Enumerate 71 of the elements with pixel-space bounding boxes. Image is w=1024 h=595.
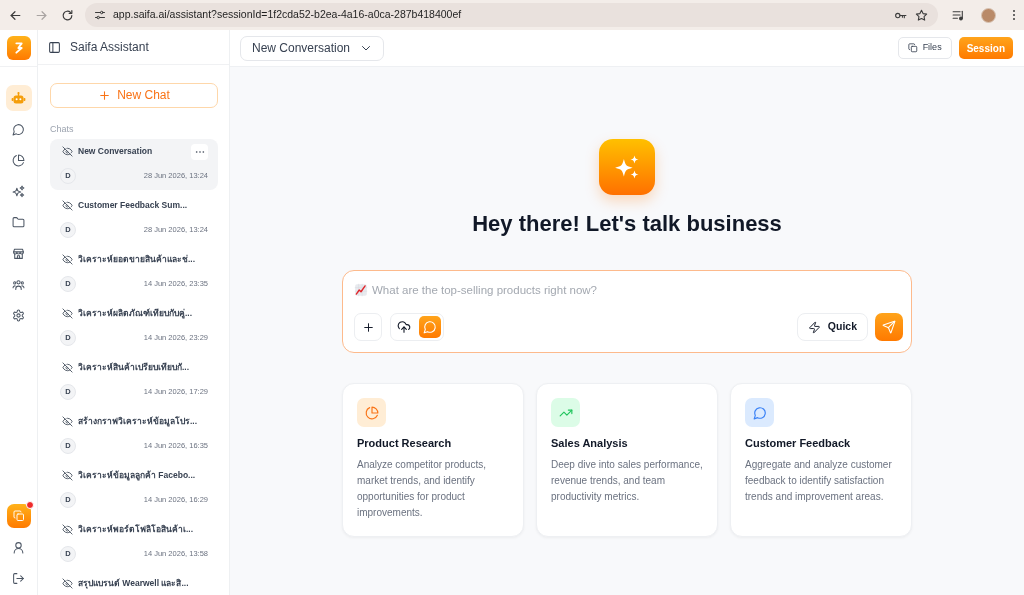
files-button[interactable]: Files [897,37,952,59]
logout-icon [12,571,25,585]
profile-avatar[interactable] [981,7,996,23]
pie-chart-icon [357,398,386,427]
settings-icon [12,308,25,322]
chat-title: สรุปแบรนด์ Wearwell และสิ... [78,577,189,591]
robot-icon [11,90,26,106]
eye-slash-icon [62,146,73,158]
pie-chart-icon [12,153,25,167]
plus-icon [361,320,375,334]
chat-title: วิเคราะห์พอร์ตโฟลิโอสินค้าเ... [78,523,194,537]
section-label: Chats [50,123,75,134]
user-icon [12,540,25,554]
conversation-dropdown[interactable]: New Conversation [240,35,385,61]
hero-heading: Hey there! Let's talk business [472,210,782,238]
plus-icon [98,88,112,102]
attach-button[interactable] [354,313,382,341]
trend-chart-icon [354,283,368,297]
message-icon [423,320,437,334]
card-title: Customer Feedback [745,436,852,451]
suggestion-card[interactable]: Sales Analysis Deep dive into sales performance, revenue trends, and team productivity metrics. [536,383,718,537]
arrow-right-icon [34,8,48,22]
chat-icon [12,122,25,136]
suggestion-card[interactable]: Product Research Analyze competitor products, market trends, and identify opportunities for product improvements. [342,383,524,537]
card-description: Deep dive into sales performance, revenue trends, and team productivity metrics. [551,458,704,504]
eye-slash-icon [62,416,73,428]
suggestion-card[interactable]: Customer Feedback Aggregate and analyze customer feedback to identify satisfaction trends and improvement areas. [730,383,912,537]
eye-slash-icon [62,362,73,374]
chat-title: New Conversation [78,145,153,159]
trend-up-icon [551,398,580,427]
lightning-icon [807,320,821,334]
sidebar-toggle-icon[interactable] [48,40,61,54]
card-title: Product Research [357,436,453,451]
copy-button[interactable] [6,504,31,528]
cloud-upload-icon [397,320,411,334]
chat-title: วิเคราะห์ข้อมูลลูกค้า Facebo... [78,469,196,483]
media-control-icon[interactable] [952,8,965,22]
chat-icon [745,398,774,427]
eye-slash-icon [62,308,73,320]
chat-title: Customer Feedback Sum... [78,199,188,213]
send-icon [882,320,896,334]
logo-icon[interactable] [6,36,31,60]
reload-icon [60,8,74,22]
eye-slash-icon [62,254,73,266]
message-input[interactable]: What are the top-selling products right now? [372,281,903,299]
card-title: Sales Analysis [551,436,629,451]
card-description: Aggregate and analyze customer feedback to identify satisfaction trends and improvement areas. [745,458,893,504]
eye-slash-icon [62,470,73,482]
chat-title: วิเคราะห์สินค้าเปรียบเทียบกั... [78,361,190,375]
sparkles-icon [599,139,655,195]
copy-icon [907,43,918,53]
site-settings-icon[interactable] [94,9,106,21]
sidebar-title: Saifa Assistant [70,39,149,56]
people-icon [12,277,25,291]
quick-button[interactable]: Quick [796,313,868,341]
eye-slash-icon [62,524,73,536]
eye-slash-icon [62,578,73,590]
chat-title: วิเคราะห์ยอดขายสินค้าและช่... [78,253,196,267]
sparkles-icon [12,184,25,198]
chat-title: สร้างกราฟวิเคราะห์ข้อมูลโปร... [78,415,198,429]
address-bar[interactable]: app.saifa.ai/assistant?sessionId=1f2cda52-b2ea-4a16-a0ca-287b418400ef [85,3,938,27]
eye-slash-icon [62,200,73,212]
arrow-left-icon [8,8,22,22]
card-description: Analyze competitor products, market trends, and identify opportunities for product improvements. [357,458,487,520]
chat-title: วิเคราะห์ผลิตภัณฑ์เทียบกับคู่... [78,307,193,321]
copy-icon [12,510,25,522]
chat-item[interactable]: สรุปแบรนด์ Wearwell และสิ... [50,570,218,595]
store-icon [12,246,25,260]
bookmark-star-icon[interactable] [915,8,928,22]
send-button[interactable] [875,313,903,341]
folder-icon [12,215,25,229]
